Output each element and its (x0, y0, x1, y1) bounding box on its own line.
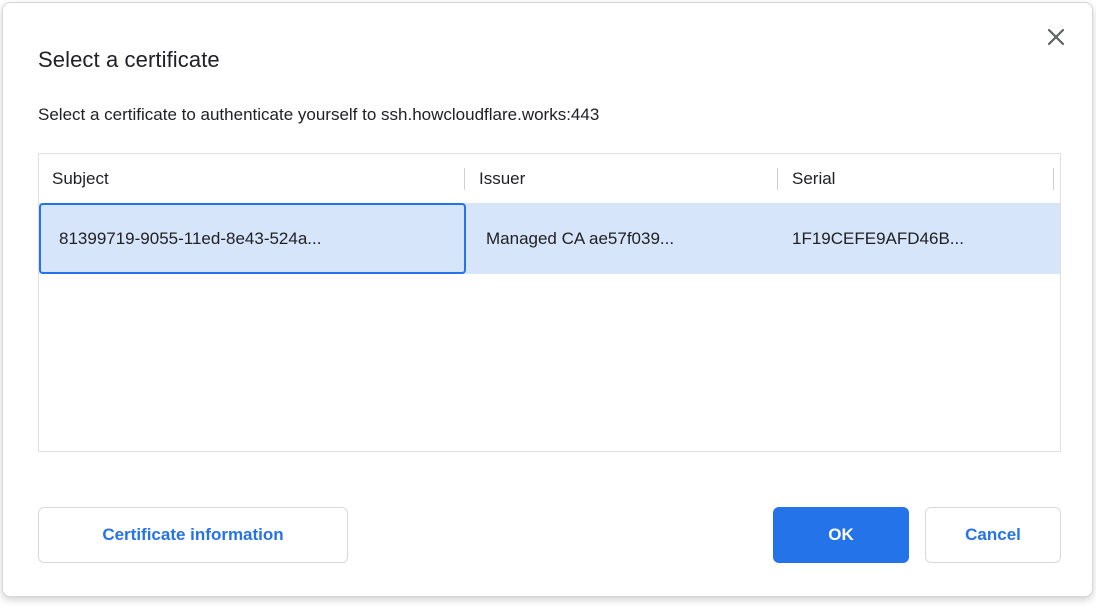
cell-issuer: Managed CA ae57f039... (466, 203, 778, 274)
certificate-information-button[interactable]: Certificate information (38, 507, 348, 563)
cell-serial: 1F19CEFE9AFD46B... (778, 203, 1060, 274)
table-header-row: Subject Issuer Serial (39, 154, 1060, 203)
close-icon (1047, 28, 1065, 46)
dialog-subtitle: Select a certificate to authenticate you… (38, 105, 599, 125)
column-header-issuer: Issuer (465, 154, 778, 203)
certificate-select-dialog: Select a certificate Select a certificat… (2, 2, 1093, 597)
cancel-button[interactable]: Cancel (925, 507, 1061, 563)
certificate-row-selected[interactable]: 81399719-9055-11ed-8e43-524a... Managed … (39, 203, 1060, 274)
close-button[interactable] (1042, 23, 1070, 51)
cell-subject: 81399719-9055-11ed-8e43-524a... (39, 203, 466, 274)
column-header-serial: Serial (778, 154, 1054, 203)
column-header-subject: Subject (39, 154, 465, 203)
page-title: Select a certificate (38, 47, 220, 73)
ok-button[interactable]: OK (773, 507, 909, 563)
certificate-table: Subject Issuer Serial 81399719-9055-11ed… (38, 153, 1061, 452)
